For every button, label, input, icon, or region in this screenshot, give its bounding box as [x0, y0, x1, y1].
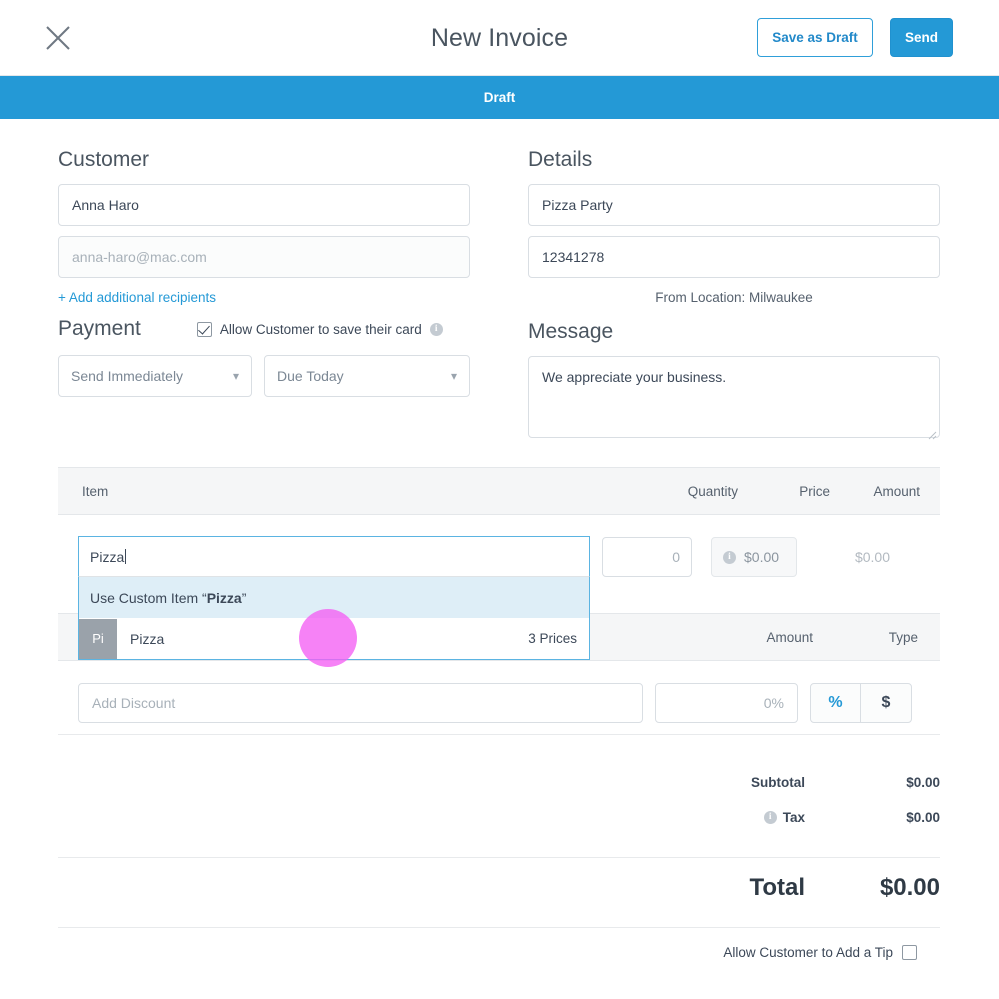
status-label: Draft [483, 90, 516, 105]
subtotal-row: Subtotal $0.00 [58, 769, 940, 795]
invoice-number-input[interactable]: 12341278 [528, 236, 940, 278]
column-quantity: Quantity [687, 483, 738, 499]
autocomplete-options: Use Custom Item “Pizza” Pi Pizza 3 Price… [78, 577, 590, 660]
status-badge: Draft [0, 76, 999, 119]
due-date-value: Due Today [277, 368, 344, 384]
divider [58, 927, 940, 928]
message-textarea[interactable] [528, 356, 940, 438]
divider [58, 734, 940, 735]
info-icon[interactable]: i [763, 810, 777, 824]
autocomplete-option-custom[interactable]: Use Custom Item “Pizza” [79, 577, 589, 618]
tip-label: Allow Customer to Add a Tip [723, 945, 893, 960]
due-date-select[interactable]: Due Today ▾ [264, 355, 470, 397]
discount-percent-input[interactable]: 0% [655, 683, 798, 723]
save-card-checkbox[interactable] [196, 321, 212, 337]
details-heading: Details [528, 148, 593, 171]
text-caret [125, 549, 127, 564]
chevron-down-icon: ▾ [232, 369, 239, 383]
column-discount-type: Type [888, 629, 918, 645]
subtotal-label: Subtotal [751, 774, 805, 790]
price-value: $0.00 [744, 549, 780, 565]
item-thumbnail: Pi [79, 618, 117, 659]
price-field[interactable]: i $0.00 [711, 537, 797, 577]
save-card-label: Allow Customer to save their card [219, 321, 422, 337]
discount-type-percent-button[interactable]: % [811, 684, 861, 722]
tip-checkbox[interactable] [902, 945, 917, 960]
customer-section: Customer Anna Haro anna-haro@mac.com + A… [58, 148, 470, 305]
discount-row: Add Discount 0% % $ [78, 683, 912, 723]
item-name-input[interactable]: Pizza [78, 536, 590, 577]
details-section: Details Pizza Party 12341278 From Locati… [528, 148, 940, 305]
invoice-title-input[interactable]: Pizza Party [528, 184, 940, 226]
divider [58, 857, 940, 858]
customer-heading: Customer [58, 148, 150, 171]
send-button[interactable]: Send [890, 18, 953, 57]
chevron-down-icon: ▾ [450, 369, 457, 383]
payment-section: Payment Allow Customer to save their car… [58, 317, 470, 397]
column-price: Price [799, 483, 830, 499]
item-name-value: Pizza [90, 548, 125, 565]
payment-heading: Payment [58, 317, 141, 340]
new-invoice-screen: New Invoice Save as Draft Send Draft Cus… [0, 0, 999, 999]
info-icon[interactable]: i [429, 322, 443, 336]
send-schedule-value: Send Immediately [71, 368, 184, 384]
column-item: Item [82, 483, 109, 499]
discount-type-dollar-button[interactable]: $ [861, 684, 911, 722]
grand-total-row: Total $0.00 [58, 874, 940, 902]
add-additional-recipients-link[interactable]: + Add additional recipients [58, 290, 470, 305]
item-result-name: Pizza [130, 630, 165, 647]
message-section: Message [528, 320, 940, 443]
total-value: $0.00 [879, 874, 940, 901]
subtotal-value: $0.00 [906, 774, 940, 790]
items-table-row: 0 i $0.00 $0.00 [602, 537, 890, 577]
column-amount: Amount [873, 483, 920, 499]
total-label: Total [749, 874, 805, 901]
tax-value: $0.00 [906, 809, 940, 825]
customer-name-input[interactable]: Anna Haro [58, 184, 470, 226]
item-result-meta: 3 Prices [528, 631, 577, 646]
top-bar: New Invoice Save as Draft Send [0, 0, 999, 76]
discount-name-input[interactable]: Add Discount [78, 683, 643, 723]
totals-section: Subtotal $0.00 i Tax $0.00 [58, 769, 940, 830]
message-heading: Message [528, 320, 614, 343]
column-discount-amount: Amount [766, 629, 813, 645]
discount-type-toggle[interactable]: % $ [810, 683, 912, 723]
send-schedule-select[interactable]: Send Immediately ▾ [58, 355, 252, 397]
row-amount-value: $0.00 [854, 549, 890, 565]
custom-option-prefix: Use Custom Item “ [90, 589, 207, 606]
info-icon[interactable]: i [723, 550, 736, 564]
autocomplete-option-pizza[interactable]: Pi Pizza 3 Prices [79, 618, 589, 659]
from-location-label: From Location: Milwaukee [655, 290, 813, 305]
custom-option-term: Pizza [206, 589, 242, 606]
tax-label: Tax [782, 809, 805, 825]
custom-option-suffix: ” [241, 589, 247, 606]
item-autocomplete: Pizza Use Custom Item “Pizza” Pi Pizza 3… [78, 536, 590, 660]
quantity-input[interactable]: 0 [602, 537, 692, 577]
customer-email-input[interactable]: anna-haro@mac.com [58, 236, 470, 278]
items-table-header: Item Quantity Price Amount [58, 467, 940, 515]
tip-row: Allow Customer to Add a Tip [58, 945, 940, 960]
save-as-draft-button[interactable]: Save as Draft [757, 18, 873, 57]
tax-row: i Tax $0.00 [58, 804, 940, 830]
